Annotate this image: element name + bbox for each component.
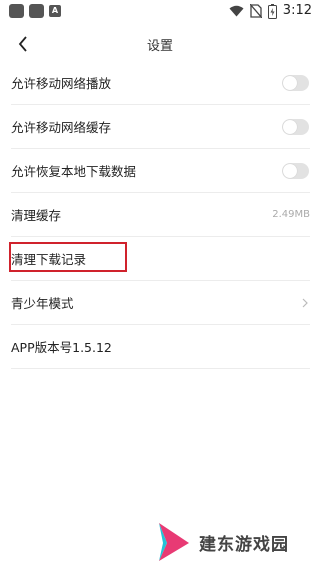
clock: 3:12 (282, 3, 312, 18)
setting-row-mobile-playback: 允许移动网络播放 (11, 61, 310, 105)
app-notification-icon (9, 4, 24, 18)
page-title: 设置 (146, 39, 173, 54)
setting-label: 允许移动网络播放 (11, 76, 112, 91)
wifi-icon (229, 5, 244, 17)
setting-row-clear-cache[interactable]: 清理缓存 2.49MB (11, 193, 310, 237)
status-bar: A 3:12 (0, 0, 320, 24)
toggle-knob (283, 75, 297, 90)
app-version: APP版本号1.5.12 (11, 340, 112, 355)
setting-label: 允许移动网络缓存 (11, 120, 112, 135)
restore-downloads-toggle[interactable] (282, 162, 309, 179)
mobile-playback-toggle[interactable] (282, 74, 309, 91)
setting-row-app-version: APP版本号1.5.12 (11, 325, 310, 369)
nav-bar: 设置 (0, 27, 320, 59)
battery-icon (267, 3, 277, 19)
setting-row-clear-download-history[interactable]: 清理下载记录 (11, 237, 310, 281)
font-notification-icon: A (49, 5, 61, 17)
chevron-right-icon (302, 298, 308, 307)
watermark-logo-icon (159, 523, 189, 561)
setting-label: 允许恢复本地下载数据 (11, 164, 137, 179)
no-sim-icon (249, 4, 262, 18)
setting-row-teen-mode[interactable]: 青少年模式 (11, 281, 310, 325)
setting-label: 青少年模式 (11, 296, 74, 311)
setting-row-restore-downloads: 允许恢复本地下载数据 (11, 149, 310, 193)
toggle-knob (283, 163, 297, 178)
watermark-text: 建东游戏园 (199, 534, 289, 555)
app-notification-icon (29, 4, 44, 18)
mobile-cache-toggle[interactable] (282, 118, 309, 135)
toggle-knob (283, 119, 297, 134)
setting-label: 清理缓存 (11, 208, 62, 223)
cache-size: 2.49MB (272, 209, 310, 220)
watermark: 建东游戏园 (155, 520, 305, 564)
setting-label: 清理下载记录 (11, 252, 87, 267)
setting-row-mobile-cache: 允许移动网络缓存 (11, 105, 310, 149)
